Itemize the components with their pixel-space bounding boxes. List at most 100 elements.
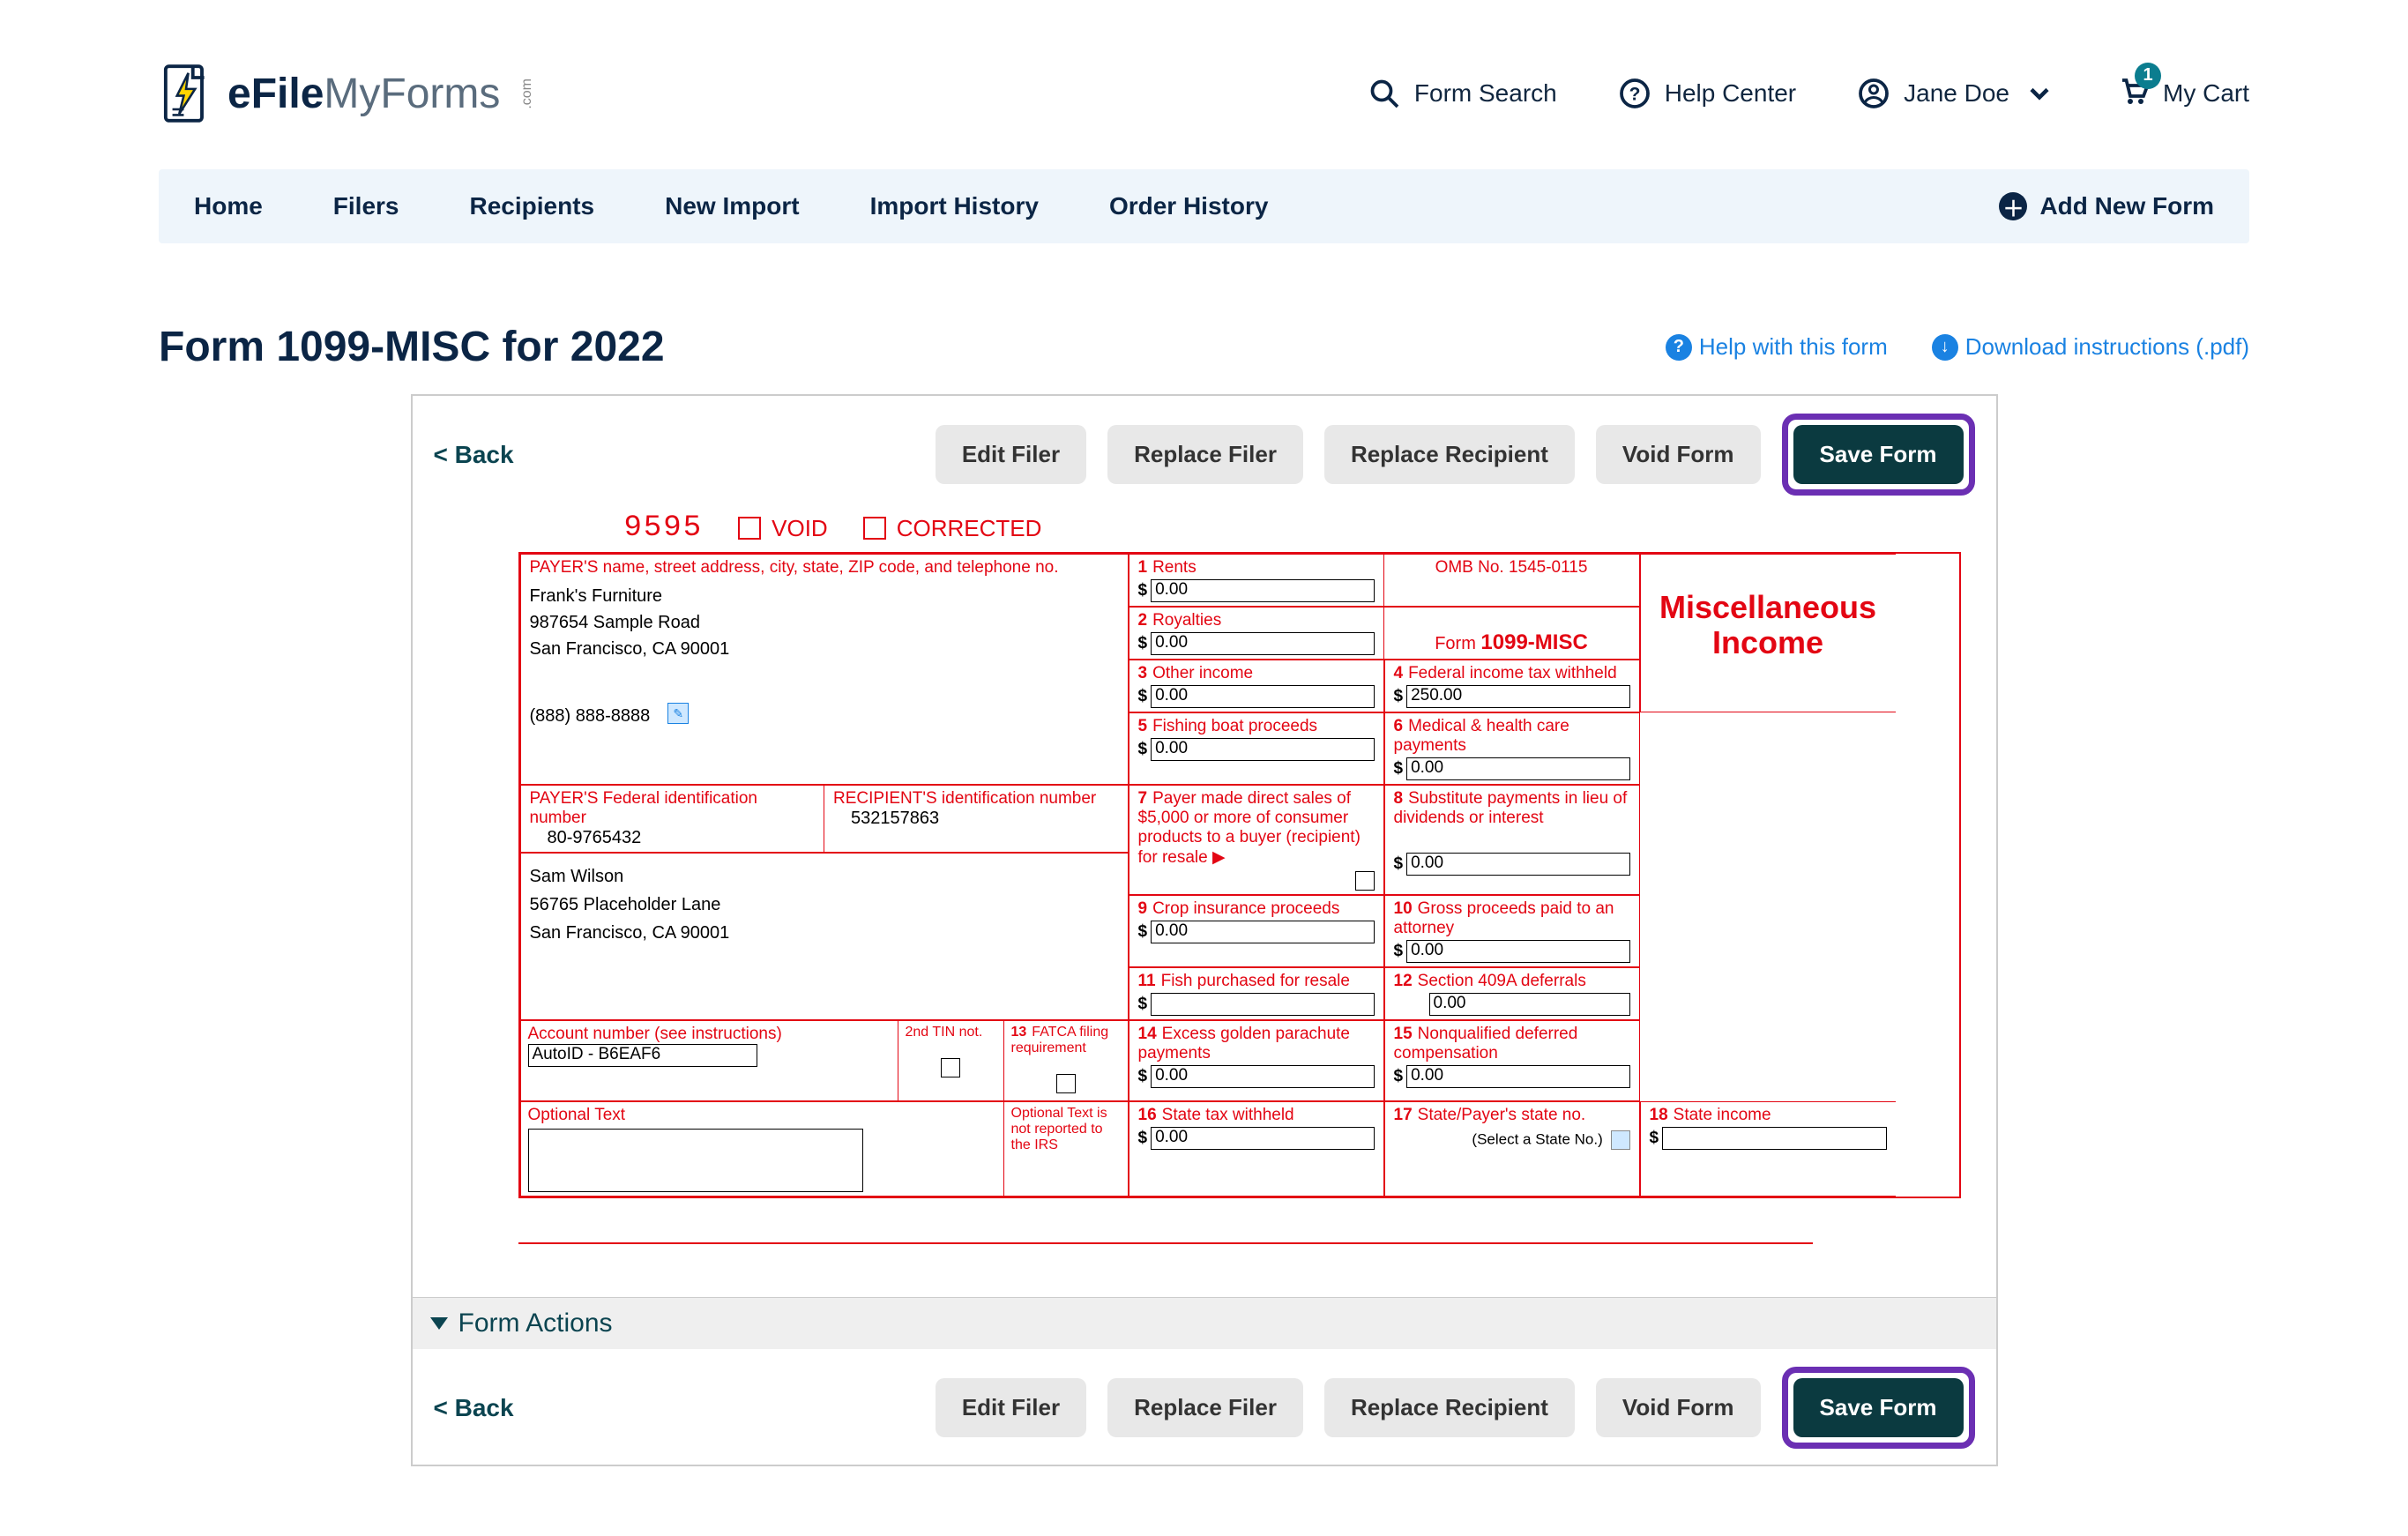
form-actions-toggle[interactable]: Form Actions [413, 1297, 1996, 1349]
omb-cell: OMB No. 1545-0115 [1384, 554, 1640, 607]
help-with-form-link[interactable]: ? Help with this form [1666, 333, 1888, 361]
checkbox-icon [863, 517, 886, 540]
optional-text-label: Optional Text [528, 1106, 626, 1124]
edit-phone-icon[interactable]: ✎ [667, 703, 689, 724]
corrected-checkbox[interactable]: CORRECTED [863, 515, 1042, 542]
box-4-input[interactable]: 250.00 [1406, 685, 1629, 708]
box-14-input[interactable]: 0.00 [1151, 1065, 1374, 1088]
box-15-label: Nonqualified deferred compensation [1394, 1025, 1578, 1063]
replace-recipient-button[interactable]: Replace Recipient [1324, 425, 1575, 484]
form-search-link[interactable]: Form Search [1368, 78, 1557, 109]
my-cart-link[interactable]: 1 My Cart [2117, 75, 2249, 113]
box-18-state-income: 18State income $ [1640, 1101, 1896, 1197]
box-9-input[interactable]: 0.00 [1151, 921, 1374, 943]
box-13-num: 13 [1011, 1025, 1027, 1040]
box-10-label: Gross proceeds paid to an attorney [1394, 899, 1614, 937]
box-10-input[interactable]: 0.00 [1406, 940, 1629, 963]
void-checkbox[interactable]: VOID [738, 515, 828, 542]
box-8-input[interactable]: 0.00 [1406, 853, 1629, 876]
user-icon [1858, 78, 1890, 109]
recipient-info-cell: Sam Wilson 56765 Placeholder Lane San Fr… [520, 853, 1129, 1020]
box-18-input[interactable] [1662, 1127, 1886, 1150]
box-2-input[interactable]: 0.00 [1151, 632, 1374, 655]
save-form-button[interactable]: Save Form [1793, 425, 1964, 484]
void-form-button-bottom[interactable]: Void Form [1596, 1378, 1761, 1437]
recipient-addr1: 56765 Placeholder Lane [530, 891, 1119, 919]
box-17-placeholder: (Select a State No.) [1472, 1130, 1602, 1147]
account-input[interactable]: AutoID - B6EAF6 [528, 1044, 757, 1067]
checkbox-icon [738, 517, 761, 540]
fatca-checkbox[interactable] [1056, 1074, 1076, 1093]
box-3-input[interactable]: 0.00 [1151, 685, 1374, 708]
payer-name: Frank's Furniture [530, 583, 1119, 609]
box-15-nonqualified: 15Nonqualified deferred compensation $0.… [1384, 1020, 1640, 1101]
box-11-input[interactable] [1151, 993, 1374, 1016]
box-5-fishing: 5Fishing boat proceeds $0.00 [1129, 712, 1384, 785]
add-new-form-button[interactable]: ＋ Add New Form [1999, 192, 2214, 220]
box-3-label: Other income [1152, 664, 1253, 682]
recipient-name: Sam Wilson [530, 862, 1119, 891]
optional-text-input[interactable] [528, 1129, 863, 1192]
box-2-label: Royalties [1152, 611, 1221, 630]
brand-logo[interactable]: eFileMyForms .com [159, 62, 535, 125]
spacer-cell [1640, 712, 1896, 785]
box-5-input[interactable]: 0.00 [1151, 738, 1374, 761]
lightning-doc-icon [159, 62, 213, 125]
nav-order-history[interactable]: Order History [1109, 192, 1269, 220]
box-12-409a: 12Section 409A deferrals 0.00 [1384, 967, 1640, 1020]
help-center-link[interactable]: ? Help Center [1619, 78, 1796, 109]
box-12-input[interactable]: 0.00 [1429, 993, 1630, 1016]
back-link-bottom[interactable]: < Back [434, 1394, 514, 1422]
payer-fedid-label: PAYER'S Federal identification number [530, 789, 816, 828]
replace-recipient-button-bottom[interactable]: Replace Recipient [1324, 1378, 1575, 1437]
box-12-label: Section 409A deferrals [1418, 972, 1586, 990]
payer-addr1: 987654 Sample Road [530, 609, 1119, 636]
box-1-input[interactable]: 0.00 [1151, 579, 1374, 602]
nav-home[interactable]: Home [194, 192, 263, 220]
void-form-button[interactable]: Void Form [1596, 425, 1761, 484]
form-name-prefix: Form [1435, 634, 1480, 653]
form-big-title-1: Miscellaneous [1650, 590, 1887, 625]
nav-recipients[interactable]: Recipients [470, 192, 595, 220]
topbar: eFileMyForms .com Form Search ? Help Cen… [159, 35, 2249, 169]
box-2-royalties: 2Royalties $0.00 [1129, 607, 1384, 660]
page-title: Form 1099-MISC for 2022 [159, 323, 665, 371]
help-icon: ? [1619, 78, 1651, 109]
top-action-row: < Back Edit Filer Replace Filer Replace … [413, 396, 1996, 511]
box-18-label: State income [1674, 1106, 1771, 1124]
edit-filer-button-bottom[interactable]: Edit Filer [936, 1378, 1086, 1437]
edit-filer-button[interactable]: Edit Filer [936, 425, 1086, 484]
box-6-input[interactable]: 0.00 [1406, 757, 1629, 780]
box-7-direct-sales: 7Payer made direct sales of $5,000 or mo… [1129, 785, 1384, 895]
box-4-label: Federal income tax withheld [1408, 664, 1617, 682]
back-link-top[interactable]: < Back [434, 441, 514, 469]
payer-addr2: San Francisco, CA 90001 [530, 636, 1119, 662]
box-1-label: Rents [1152, 558, 1197, 577]
box-1-rents: 1Rents $0.00 [1129, 554, 1384, 607]
title-row: Form 1099-MISC for 2022 ? Help with this… [159, 323, 2249, 371]
form-search-label: Form Search [1414, 79, 1557, 108]
state-select-icon[interactable] [1611, 1130, 1630, 1150]
second-tin-checkbox[interactable] [941, 1058, 960, 1077]
replace-filer-button[interactable]: Replace Filer [1107, 425, 1303, 484]
my-cart-label: My Cart [2163, 79, 2249, 108]
plus-icon: ＋ [1999, 192, 2027, 220]
form-code: 9595 [624, 511, 704, 545]
form-big-title-2: Income [1650, 625, 1887, 660]
box-17-state-no: 17State/Payer's state no. (Select a Stat… [1384, 1101, 1640, 1197]
nav-new-import[interactable]: New Import [665, 192, 799, 220]
top-buttons: Edit Filer Replace Filer Replace Recipie… [936, 414, 1975, 496]
save-form-button-bottom[interactable]: Save Form [1793, 1378, 1964, 1437]
user-menu[interactable]: Jane Doe [1858, 78, 2055, 109]
box-15-input[interactable]: 0.00 [1406, 1065, 1629, 1088]
title-links: ? Help with this form ↓ Download instruc… [1666, 333, 2249, 361]
download-instructions-link[interactable]: ↓ Download instructions (.pdf) [1932, 333, 2249, 361]
replace-filer-button-bottom[interactable]: Replace Filer [1107, 1378, 1303, 1437]
box-16-input[interactable]: 0.00 [1151, 1127, 1374, 1150]
box-7-checkbox[interactable] [1355, 871, 1375, 891]
box-9-crop: 9Crop insurance proceeds $0.00 [1129, 895, 1384, 967]
download-instructions-label: Download instructions (.pdf) [1965, 333, 2249, 361]
nav-import-history[interactable]: Import History [870, 192, 1039, 220]
caret-down-icon [430, 1317, 448, 1330]
nav-filers[interactable]: Filers [333, 192, 399, 220]
